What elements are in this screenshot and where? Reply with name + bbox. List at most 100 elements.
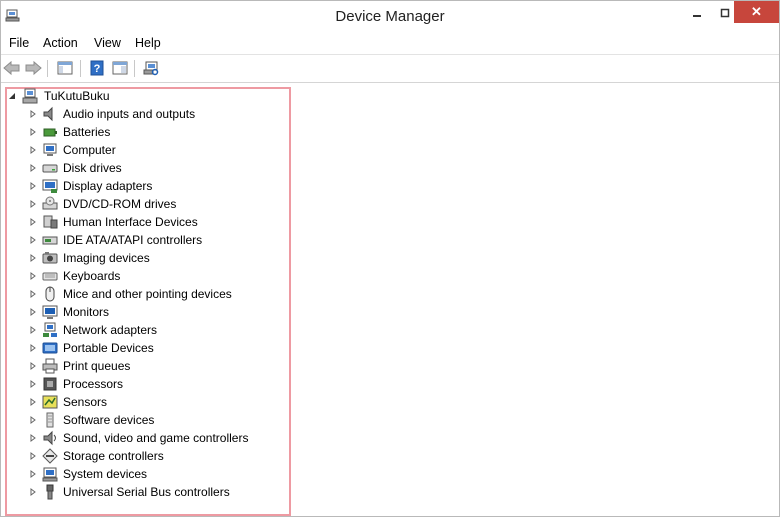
printer-icon	[42, 358, 58, 374]
sensor-icon	[42, 394, 58, 410]
category-label: Batteries	[63, 125, 111, 139]
tree-category-item[interactable]: Monitors	[1, 303, 291, 321]
tree-category-item[interactable]: Software devices	[1, 411, 291, 429]
computer-root-icon	[22, 88, 38, 104]
keyboard-icon	[42, 268, 58, 284]
tree-category-item[interactable]: Keyboards	[1, 267, 291, 285]
menu-bar: File Action View Help	[1, 32, 779, 54]
category-label: Universal Serial Bus controllers	[63, 485, 230, 499]
scan-hardware-icon	[143, 61, 159, 76]
expand-arrow-icon[interactable]	[28, 339, 38, 357]
portable-device-icon	[42, 340, 58, 356]
back-button[interactable]	[3, 59, 21, 77]
expand-arrow-icon[interactable]	[28, 141, 38, 159]
category-label: Display adapters	[63, 179, 153, 193]
expand-arrow-icon[interactable]	[28, 411, 38, 429]
category-label: Network adapters	[63, 323, 158, 337]
minimize-button[interactable]	[683, 1, 711, 25]
category-label: Sensors	[63, 395, 108, 409]
properties-button[interactable]	[111, 59, 129, 77]
tree-category-item[interactable]: Storage controllers	[1, 447, 291, 465]
category-label: Print queues	[63, 359, 131, 373]
expand-arrow-icon[interactable]	[28, 195, 38, 213]
tree-category-item[interactable]: Imaging devices	[1, 249, 291, 267]
tree-category-item[interactable]: Computer	[1, 141, 291, 159]
expand-arrow-icon[interactable]	[28, 159, 38, 177]
expand-arrow-icon[interactable]	[28, 231, 38, 249]
tree-category-item[interactable]: Network adapters	[1, 321, 291, 339]
category-label: Human Interface Devices	[63, 215, 198, 229]
display-adapter-icon	[42, 178, 58, 194]
expand-arrow-icon[interactable]	[28, 177, 38, 195]
category-label: Sound, video and game controllers	[63, 431, 249, 445]
expand-arrow-icon[interactable]	[28, 483, 38, 501]
expand-arrow-icon[interactable]	[28, 429, 38, 447]
disk-drive-icon	[42, 160, 58, 176]
maximize-icon	[720, 8, 730, 18]
menu-action[interactable]: Action	[43, 36, 78, 50]
device-tree-pane[interactable]: TuKutuBuku Audio inputs and outputs Batte…	[1, 83, 779, 516]
usb-icon	[42, 484, 58, 500]
category-label: Disk drives	[63, 161, 122, 175]
tree-category-item[interactable]: Disk drives	[1, 159, 291, 177]
show-hide-console-tree-button[interactable]	[56, 59, 74, 77]
scan-hardware-button[interactable]	[142, 59, 160, 77]
svg-text:?: ?	[94, 63, 101, 75]
camera-icon	[42, 250, 58, 266]
category-label: Storage controllers	[63, 449, 164, 463]
title-bar[interactable]: Device Manager ✕	[1, 1, 779, 31]
tree-category-item[interactable]: DVD/CD-ROM drives	[1, 195, 291, 213]
tree-category-item[interactable]: Human Interface Devices	[1, 213, 291, 231]
tree-category-item[interactable]: Portable Devices	[1, 339, 291, 357]
expand-arrow-icon[interactable]	[28, 447, 38, 465]
category-label: Computer	[63, 143, 116, 157]
software-device-icon	[42, 412, 58, 428]
device-manager-window: Device Manager ✕ File Action View Help ?	[0, 0, 780, 517]
help-button[interactable]: ?	[88, 59, 106, 77]
forward-arrow-icon	[25, 60, 42, 76]
expand-arrow-icon[interactable]	[28, 105, 38, 123]
tree-category-item[interactable]: Sensors	[1, 393, 291, 411]
menu-help[interactable]: Help	[135, 36, 161, 50]
category-label: Monitors	[63, 305, 110, 319]
expand-arrow-icon[interactable]	[28, 213, 38, 231]
toolbar: ?	[1, 54, 779, 83]
toolbar-separator	[80, 60, 81, 77]
expand-arrow-icon[interactable]	[28, 375, 38, 393]
show-hide-tree-icon	[57, 61, 73, 75]
expand-arrow-icon[interactable]	[28, 321, 38, 339]
category-label: IDE ATA/ATAPI controllers	[63, 233, 203, 247]
close-icon: ✕	[751, 4, 762, 19]
expand-arrow-icon[interactable]	[28, 357, 38, 375]
tree-category-item[interactable]: Batteries	[1, 123, 291, 141]
expand-arrow-icon[interactable]	[28, 123, 38, 141]
tree-category-item[interactable]: Print queues	[1, 357, 291, 375]
close-button[interactable]: ✕	[734, 1, 779, 23]
category-label: Mice and other pointing devices	[63, 287, 232, 301]
forward-button[interactable]	[24, 59, 42, 77]
tree-category-item[interactable]: Mice and other pointing devices	[1, 285, 291, 303]
expand-arrow-icon[interactable]	[28, 303, 38, 321]
tree-category-item[interactable]: Universal Serial Bus controllers	[1, 483, 291, 501]
tree-category-item[interactable]: System devices	[1, 465, 291, 483]
category-label: Keyboards	[63, 269, 121, 283]
expand-arrow-icon[interactable]	[28, 267, 38, 285]
expand-arrow-icon[interactable]	[28, 393, 38, 411]
tree-category-item[interactable]: Sound, video and game controllers	[1, 429, 291, 447]
menu-view[interactable]: View	[94, 36, 121, 50]
network-adapter-icon	[42, 322, 58, 338]
expand-arrow-icon[interactable]	[28, 249, 38, 267]
computer-icon	[42, 142, 58, 158]
tree-category-item[interactable]: Display adapters	[1, 177, 291, 195]
tree-category-item[interactable]: Processors	[1, 375, 291, 393]
category-label: DVD/CD-ROM drives	[63, 197, 177, 211]
expand-arrow-icon[interactable]	[28, 285, 38, 303]
menu-file[interactable]: File	[9, 36, 29, 50]
expand-arrow-icon[interactable]	[28, 465, 38, 483]
tree-root-node[interactable]: TuKutuBuku	[1, 87, 291, 105]
tree-category-item[interactable]: IDE ATA/ATAPI controllers	[1, 231, 291, 249]
tree-category-item[interactable]: Audio inputs and outputs	[1, 105, 291, 123]
collapse-arrow-icon[interactable]	[7, 87, 17, 105]
battery-icon	[42, 124, 58, 140]
toolbar-separator	[47, 60, 48, 77]
